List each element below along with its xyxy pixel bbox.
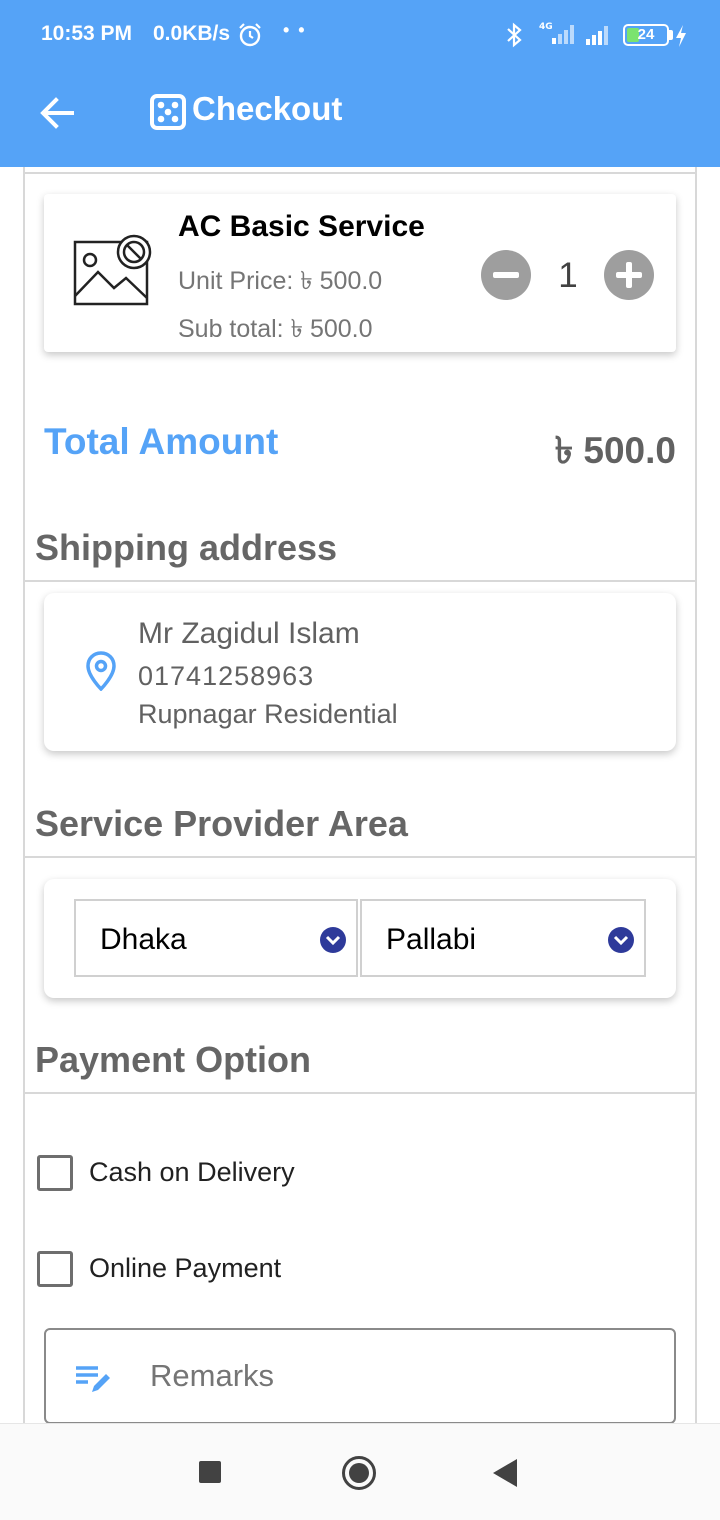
cash-on-delivery-checkbox[interactable]	[37, 1155, 73, 1191]
shipping-address-card[interactable]: Mr Zagidul Islam 01741258963 Rupnagar Re…	[44, 593, 676, 751]
charging-icon	[676, 25, 686, 47]
address-line: Rupnagar Residential	[138, 699, 398, 729]
remarks-placeholder: Remarks	[150, 1358, 275, 1393]
arrow-left-icon[interactable]	[34, 90, 80, 136]
divider-top	[24, 172, 696, 174]
total-amount-value: ৳ 500.0	[554, 430, 676, 471]
city-select[interactable]: Dhaka	[74, 899, 358, 977]
signal-icon	[586, 26, 608, 45]
svg-text:4G: 4G	[539, 22, 553, 32]
chevron-down-icon	[320, 927, 346, 953]
online-payment-option[interactable]: Online Payment	[37, 1251, 337, 1291]
edit-notes-icon	[76, 1366, 110, 1392]
home-circle-icon[interactable]	[342, 1456, 376, 1490]
bluetooth-icon	[507, 22, 522, 48]
status-bar: 10:53 PM 0.0KB/s • • 4G 24	[0, 0, 720, 70]
divider-payment	[24, 1092, 696, 1094]
cash-on-delivery-option[interactable]: Cash on Delivery	[37, 1155, 337, 1195]
address-phone: 01741258963	[138, 661, 315, 691]
page-title: Checkout	[192, 90, 343, 127]
increase-quantity-button[interactable]	[604, 250, 654, 300]
status-network-speed: 0.0KB/s	[153, 22, 231, 45]
status-dots: • •	[283, 20, 307, 40]
online-payment-label: Online Payment	[89, 1253, 282, 1283]
service-area-title: Service Provider Area	[35, 803, 408, 844]
chevron-down-icon	[608, 927, 634, 953]
zone-select-value: Pallabi	[386, 923, 477, 956]
remarks-input[interactable]: Remarks	[44, 1328, 676, 1423]
signal-4g-icon: 4G	[539, 22, 574, 44]
cart-item-card: AC Basic Service Unit Price: ৳ 500.0 Sub…	[44, 194, 676, 352]
address-name: Mr Zagidul Islam	[138, 617, 360, 650]
item-sub-total: Sub total: ৳ 500.0	[178, 315, 373, 343]
alarm-icon	[239, 23, 261, 47]
app-bar: 10:53 PM 0.0KB/s • • 4G 24 Checkout	[0, 0, 720, 167]
city-select-value: Dhaka	[100, 923, 187, 956]
battery-level: 24	[637, 26, 655, 43]
item-name: AC Basic Service	[178, 210, 425, 243]
system-nav-bar	[0, 1423, 720, 1520]
recents-square-icon[interactable]	[199, 1461, 221, 1483]
location-pin-icon	[86, 651, 116, 691]
payment-title: Payment Option	[35, 1039, 312, 1080]
total-amount-label: Total Amount	[44, 421, 279, 462]
battery-tip	[669, 30, 673, 40]
broken-image-icon	[73, 234, 152, 306]
status-time: 10:53 PM	[41, 22, 133, 45]
shipping-title: Shipping address	[35, 527, 338, 568]
quantity-value: 1	[558, 256, 578, 295]
divider-area	[24, 856, 696, 858]
checkout-content[interactable]: AC Basic Service Unit Price: ৳ 500.0 Sub…	[0, 167, 720, 1423]
toolbar: Checkout	[0, 70, 720, 167]
service-area-card: Dhaka Pallabi	[44, 879, 676, 998]
back-triangle-icon[interactable]	[493, 1459, 517, 1487]
zone-select[interactable]: Pallabi	[360, 899, 646, 977]
divider-shipping	[24, 580, 696, 582]
decrease-quantity-button[interactable]	[481, 250, 531, 300]
right-border	[695, 167, 697, 1423]
dice-icon	[150, 94, 186, 130]
battery-icon: 24	[623, 24, 669, 46]
item-unit-price: Unit Price: ৳ 500.0	[178, 267, 383, 295]
cash-on-delivery-label: Cash on Delivery	[89, 1157, 295, 1187]
left-border	[23, 167, 25, 1423]
online-payment-checkbox[interactable]	[37, 1251, 73, 1287]
